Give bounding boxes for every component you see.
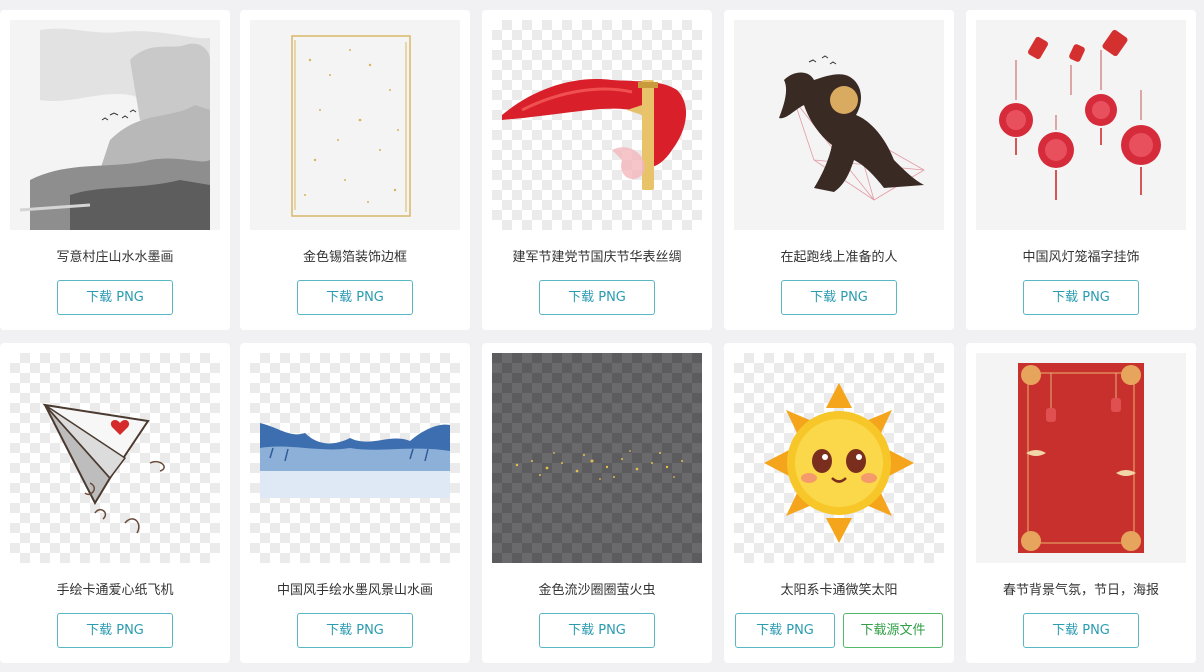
thumbnail-cartoon-sun[interactable] [734, 353, 944, 563]
download-png-button[interactable]: 下载 PNG [1023, 280, 1139, 315]
asset-card: 金色锡箔装饰边框 下载 PNG [240, 10, 470, 330]
download-png-button[interactable]: 下载 PNG [539, 280, 655, 315]
download-png-button[interactable]: 下载 PNG [57, 280, 173, 315]
png-asset-grid: 写意村庄山水水墨画 下载 PNG 金色锡箔装饰边框 下载 PNG 建军节建党节国… [0, 0, 1204, 672]
download-png-button[interactable]: 下载 PNG [57, 613, 173, 648]
thumbnail-gold-frame[interactable] [250, 20, 460, 230]
download-png-button[interactable]: 下载 PNG [297, 280, 413, 315]
thumbnail-sprinter[interactable] [734, 20, 944, 230]
thumbnail-ink-landscape[interactable] [10, 20, 220, 230]
asset-title: 金色流沙圈圈萤火虫 [538, 583, 656, 598]
asset-title: 中国风灯笼福字挂饰 [1022, 250, 1140, 265]
download-png-button[interactable]: 下载 PNG [735, 613, 835, 648]
asset-card: 手绘卡通爱心纸飞机 下载 PNG [0, 343, 230, 663]
asset-title: 建军节建党节国庆节华表丝绸 [512, 250, 682, 265]
asset-card: 在起跑线上准备的人 下载 PNG [724, 10, 954, 330]
thumbnail-red-lanterns[interactable] [976, 20, 1186, 230]
thumbnail-paper-plane[interactable] [10, 353, 220, 563]
asset-title: 金色锡箔装饰边框 [302, 250, 407, 265]
asset-card: 春节背景气氛，节日，海报 下载 PNG [966, 343, 1196, 663]
asset-title: 太阳系卡通微笑太阳 [780, 583, 898, 598]
asset-card: 金色流沙圈圈萤火虫 下载 PNG [482, 343, 712, 663]
download-png-button[interactable]: 下载 PNG [781, 280, 897, 315]
asset-title: 写意村庄山水水墨画 [56, 250, 174, 265]
download-png-button[interactable]: 下载 PNG [1023, 613, 1139, 648]
download-source-button[interactable]: 下载源文件 [843, 613, 943, 648]
asset-card: 太阳系卡通微笑太阳 下载 PNG 下载源文件 [724, 343, 954, 663]
asset-card: 建军节建党节国庆节华表丝绸 下载 PNG [482, 10, 712, 330]
download-png-button[interactable]: 下载 PNG [297, 613, 413, 648]
download-png-button[interactable]: 下载 PNG [539, 613, 655, 648]
thumbnail-gold-sparkles[interactable] [492, 353, 702, 563]
thumbnail-spring-festival-poster[interactable] [976, 353, 1186, 563]
asset-card: 中国风灯笼福字挂饰 下载 PNG [966, 10, 1196, 330]
thumbnail-red-silk[interactable] [492, 20, 702, 230]
thumbnail-blue-ink-landscape[interactable] [250, 353, 460, 563]
asset-card: 中国风手绘水墨风景山水画 下载 PNG [240, 343, 470, 663]
asset-title: 手绘卡通爱心纸飞机 [56, 583, 174, 598]
asset-card: 写意村庄山水水墨画 下载 PNG [0, 10, 230, 330]
asset-title: 在起跑线上准备的人 [780, 250, 898, 265]
asset-title: 中国风手绘水墨风景山水画 [276, 583, 433, 598]
asset-title: 春节背景气氛，节日，海报 [1002, 583, 1159, 598]
